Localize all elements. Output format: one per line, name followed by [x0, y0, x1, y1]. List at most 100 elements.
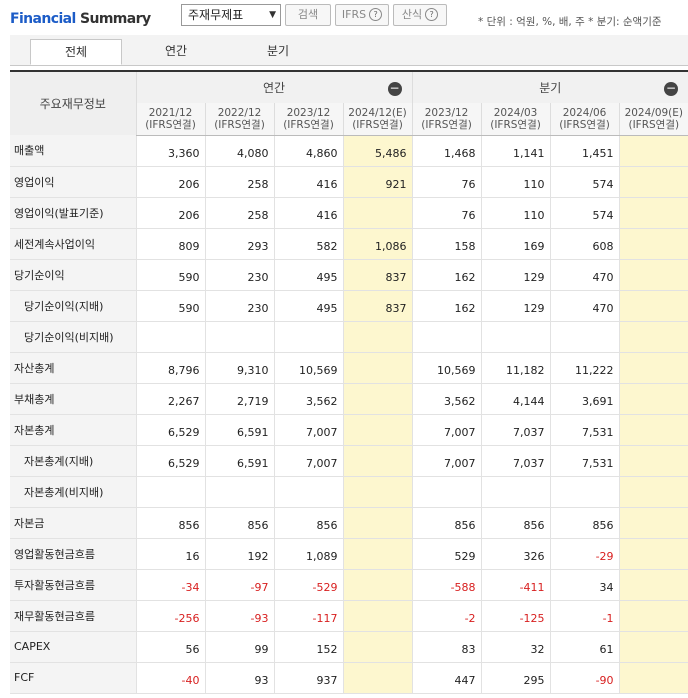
table-cell: 837 — [342, 290, 413, 322]
formula-button[interactable]: 산식? — [393, 4, 447, 26]
period-basis: (IFRS연결) — [214, 118, 265, 131]
table-cell: -1 — [549, 600, 620, 632]
table-cell — [411, 476, 482, 508]
table-cell — [549, 321, 620, 353]
table-cell: 8,796 — [135, 352, 205, 384]
table-cell: 206 — [135, 166, 205, 198]
table-cell: 470 — [549, 259, 620, 291]
table-cell: 129 — [480, 290, 551, 322]
table-row: 자산총계 8,796 9,310 10,569 10,569 11,182 11,222 — [10, 352, 688, 384]
collapse-quarterly-icon[interactable]: − — [664, 82, 679, 96]
table-cell: 495 — [273, 259, 343, 291]
ifrs-button[interactable]: IFRS? — [335, 4, 389, 26]
table-cell — [618, 600, 688, 632]
row-label: 영업이익(발표기준) — [10, 197, 136, 229]
period-basis: (IFRS연결) — [559, 118, 610, 131]
table-row: 자본총계(지배) 6,529 6,591 7,007 7,007 7,037 7,531 — [10, 445, 688, 477]
period-label: 2024/03 — [493, 106, 538, 119]
table-cell: 416 — [273, 166, 343, 198]
period-label: 2024/09(E) — [624, 106, 684, 119]
table-cell: 6,591 — [204, 445, 274, 477]
ifrs-label: IFRS — [341, 8, 367, 21]
table-cell: 856 — [135, 507, 205, 539]
table-cell — [135, 321, 205, 353]
table-cell: 856 — [273, 507, 343, 539]
table-cell: 258 — [204, 197, 274, 229]
table-cell — [273, 476, 343, 508]
row-label: 영업이익 — [10, 166, 136, 198]
financial-summary-table: 주요재무정보 연간 − 분기 − 2021/12 (IFRS연결) 2022/12(… — [10, 70, 688, 694]
table-cell — [204, 476, 274, 508]
statement-type-select[interactable]: 주재무제표 ▼ — [181, 4, 281, 26]
table-cell: 162 — [411, 290, 482, 322]
tab-annual[interactable]: 연간 — [130, 39, 222, 65]
table-cell: 2,267 — [135, 383, 205, 415]
table-cell: 837 — [342, 259, 413, 291]
table-cell: 1,141 — [480, 135, 551, 167]
chevron-down-icon: ▼ — [269, 10, 276, 20]
row-label: 자본총계(비지배) — [10, 476, 136, 508]
row-label: 매출액 — [10, 135, 136, 167]
tab-all[interactable]: 전체 — [30, 39, 122, 65]
table-cell: 7,037 — [480, 445, 551, 477]
formula-label: 산식 — [401, 8, 423, 21]
row-label: 당기순이익(비지배) — [10, 321, 136, 353]
period-basis: (IFRS연결) — [283, 118, 334, 131]
table-cell — [549, 476, 620, 508]
row-label: 자산총계 — [10, 352, 136, 384]
table-row: 영업이익(발표기준) 206 258 416 76 110 574 — [10, 197, 688, 229]
table-cell: -588 — [411, 569, 482, 601]
table-cell — [618, 476, 688, 508]
table-row: 영업활동현금흐름 16 192 1,089 529 326 -29 — [10, 538, 688, 570]
period-header: 2021/12 (IFRS연결) — [135, 103, 205, 136]
table-cell — [342, 383, 413, 415]
table-cell: 230 — [204, 259, 274, 291]
table-cell: 32 — [480, 631, 551, 663]
section-title-part1: Financial — [10, 11, 76, 27]
table-cell: 921 — [342, 166, 413, 198]
help-icon: ? — [369, 8, 383, 21]
group-header-quarterly-label: 분기 — [539, 81, 562, 95]
table-cell: 169 — [480, 228, 551, 260]
table-cell — [618, 445, 688, 477]
row-header-corner: 주요재무정보 — [10, 70, 136, 135]
table-cell — [618, 228, 688, 260]
table-cell: 192 — [204, 538, 274, 570]
period-basis: (IFRS연결) — [352, 118, 403, 131]
table-cell — [618, 538, 688, 570]
table-cell — [480, 476, 551, 508]
period-basis: (IFRS연결) — [490, 118, 541, 131]
table-cell: 99 — [204, 631, 274, 663]
table-cell: 809 — [135, 228, 205, 260]
row-label: 당기순이익(지배) — [10, 290, 136, 322]
table-cell: 1,086 — [342, 228, 413, 260]
table-cell — [273, 321, 343, 353]
table-cell: 447 — [411, 662, 482, 694]
table-cell — [618, 352, 688, 384]
statement-type-value: 주재무제표 — [188, 8, 244, 22]
table-cell — [342, 569, 413, 601]
table-cell: 608 — [549, 228, 620, 260]
table-cell — [342, 662, 413, 694]
table-row: 당기순이익(지배) 590 230 495 837 162 129 470 — [10, 290, 688, 322]
table-row: 자본총계(비지배) — [10, 476, 688, 508]
search-button[interactable]: 검색 — [285, 4, 331, 26]
table-cell: 856 — [204, 507, 274, 539]
table-cell: 7,531 — [549, 445, 620, 477]
table-cell: 495 — [273, 290, 343, 322]
table-cell — [204, 321, 274, 353]
tab-quarterly[interactable]: 분기 — [232, 39, 324, 65]
table-cell: 4,080 — [204, 135, 274, 167]
table-cell — [342, 445, 413, 477]
row-label: FCF — [10, 662, 136, 694]
table-cell: 4,860 — [273, 135, 343, 167]
row-label: 부채총계 — [10, 383, 136, 415]
collapse-annual-icon[interactable]: − — [387, 82, 402, 96]
table-row: 매출액 3,360 4,080 4,860 5,486 1,468 1,141 1,451 — [10, 135, 688, 167]
table-cell — [342, 414, 413, 446]
table-cell: 1,468 — [411, 135, 482, 167]
period-header: 2024/03 (IFRS연결) — [480, 103, 551, 136]
table-cell — [618, 631, 688, 663]
table-cell: 529 — [411, 538, 482, 570]
table-cell — [411, 321, 482, 353]
